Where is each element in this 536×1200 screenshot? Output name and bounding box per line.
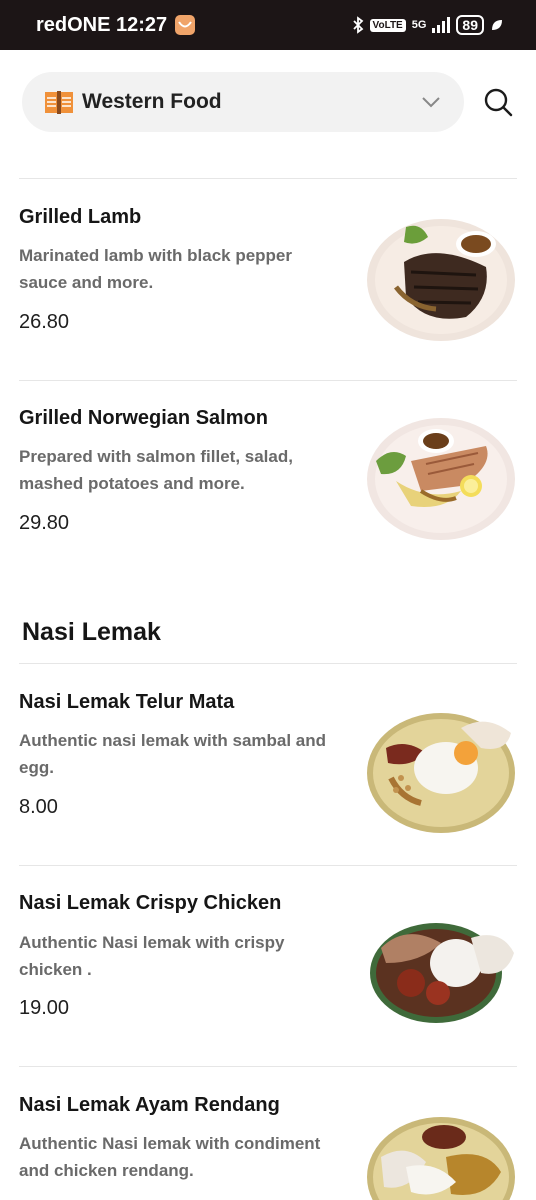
nasi-lemak-ayam-rendang-image	[367, 1117, 515, 1200]
signal-icon	[432, 17, 451, 33]
item-description-line: mashed potatoes and more.	[19, 474, 245, 493]
notification-app-icon	[175, 15, 196, 35]
item-price: 19.00	[19, 997, 70, 1019]
item-name: Grilled Lamb	[19, 206, 142, 228]
divider	[19, 178, 517, 179]
nasi-lemak-telur-mata-image	[367, 713, 515, 833]
section-title: Nasi Lemak	[22, 618, 161, 646]
status-bar: redONE 12:27 VoLTE 5G 89	[0, 0, 536, 50]
item-description-line: and chicken rendang.	[19, 1161, 194, 1180]
item-name: Grilled Norwegian Salmon	[19, 407, 268, 429]
item-description-line: sauce and more.	[19, 273, 154, 292]
item-description: Prepared with salmon fillet, salad, mash…	[19, 443, 339, 497]
item-description-line: Authentic nasi lemak with sambal and	[19, 731, 327, 750]
item-description-line: Authentic Nasi lemak with condiment	[19, 1134, 321, 1153]
item-name: Nasi Lemak Crispy Chicken	[19, 892, 282, 914]
bluetooth-icon	[352, 16, 363, 34]
divider	[19, 865, 517, 866]
leaf-icon	[492, 20, 502, 30]
battery-indicator: 89	[456, 15, 484, 35]
item-description: Authentic Nasi lemak with crispy chicken…	[19, 929, 339, 983]
item-description-line: Prepared with salmon fillet, salad,	[19, 447, 293, 466]
grilled-salmon-image	[367, 418, 515, 540]
book-icon	[45, 91, 73, 114]
divider	[19, 1066, 517, 1067]
item-price: 26.80	[19, 311, 70, 333]
volte-badge: VoLTE	[369, 18, 406, 32]
status-right: VoLTE 5G 89	[352, 15, 504, 35]
item-description: Authentic nasi lemak with sambal and egg…	[19, 727, 339, 781]
item-name: Nasi Lemak Telur Mata	[19, 691, 235, 713]
item-description-line: Authentic Nasi lemak with crispy	[19, 933, 285, 952]
item-price: 8.00	[19, 796, 58, 818]
search-icon[interactable]	[482, 86, 514, 118]
item-price: 29.80	[19, 512, 70, 534]
grilled-lamb-image	[367, 219, 515, 341]
chevron-down-icon	[422, 97, 440, 108]
divider	[19, 663, 517, 664]
category-label: Western Food	[82, 90, 222, 113]
carrier-time: redONE 12:27	[36, 13, 168, 36]
nasi-lemak-crispy-chicken-image	[370, 923, 514, 1023]
item-name: Nasi Lemak Ayam Rendang	[19, 1094, 280, 1116]
category-dropdown[interactable]: Western Food	[22, 72, 464, 132]
item-description: Authentic Nasi lemak with condiment and …	[19, 1130, 339, 1184]
divider	[19, 380, 517, 381]
network-label: 5G	[411, 19, 427, 31]
item-description-line: chicken .	[19, 960, 92, 979]
item-description: Marinated lamb with black pepper sauce a…	[19, 242, 339, 296]
item-description-line: Marinated lamb with black pepper	[19, 246, 293, 265]
status-left: redONE 12:27	[36, 13, 196, 37]
item-description-line: egg.	[19, 758, 54, 777]
